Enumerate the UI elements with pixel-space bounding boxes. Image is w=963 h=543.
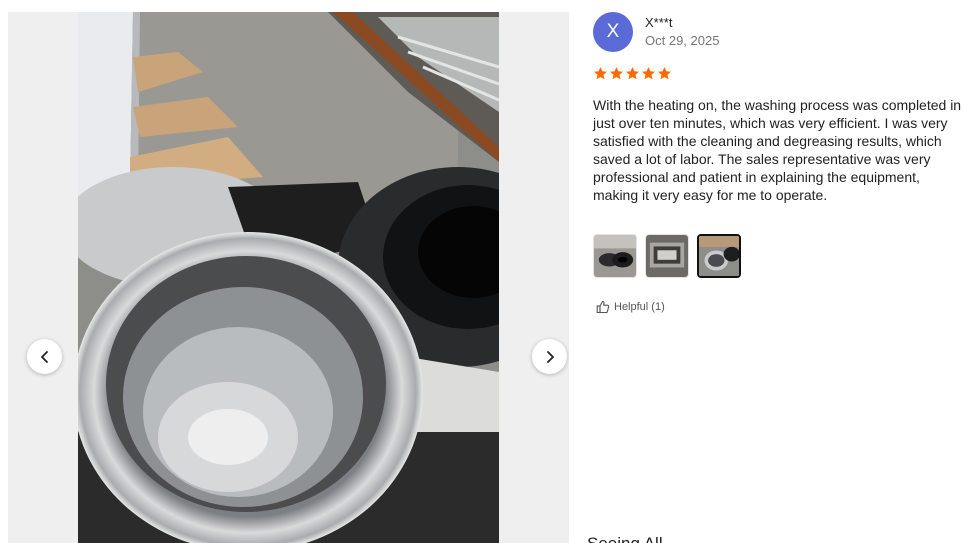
thumbnail-2[interactable] <box>645 234 689 278</box>
next-image-button[interactable] <box>532 339 567 374</box>
review-date: Oct 29, 2025 <box>645 33 720 48</box>
review-photo <box>78 12 499 543</box>
previous-image-button[interactable] <box>27 339 62 374</box>
star-icon <box>610 67 623 80</box>
next-section-heading: Seeing All <box>587 534 663 543</box>
reviewer-name: X***t <box>645 15 673 30</box>
star-icon <box>626 67 639 80</box>
thumbnail-1[interactable] <box>593 234 637 278</box>
helpful-button[interactable]: Helpful (1) <box>596 300 665 314</box>
thumbnail-strip <box>593 234 741 278</box>
star-icon <box>658 67 671 80</box>
chevron-left-icon <box>40 350 48 363</box>
avatar: X <box>593 12 633 52</box>
star-rating <box>593 66 672 81</box>
helpful-label: Helpful (1) <box>614 301 665 313</box>
thumbs-up-icon <box>596 300 610 314</box>
review-text: With the heating on, the washing process… <box>593 97 962 203</box>
thumbnail-3[interactable] <box>697 234 741 278</box>
star-icon <box>642 67 655 80</box>
image-viewer <box>8 12 569 543</box>
chevron-right-icon <box>546 350 554 363</box>
star-icon <box>594 67 607 80</box>
